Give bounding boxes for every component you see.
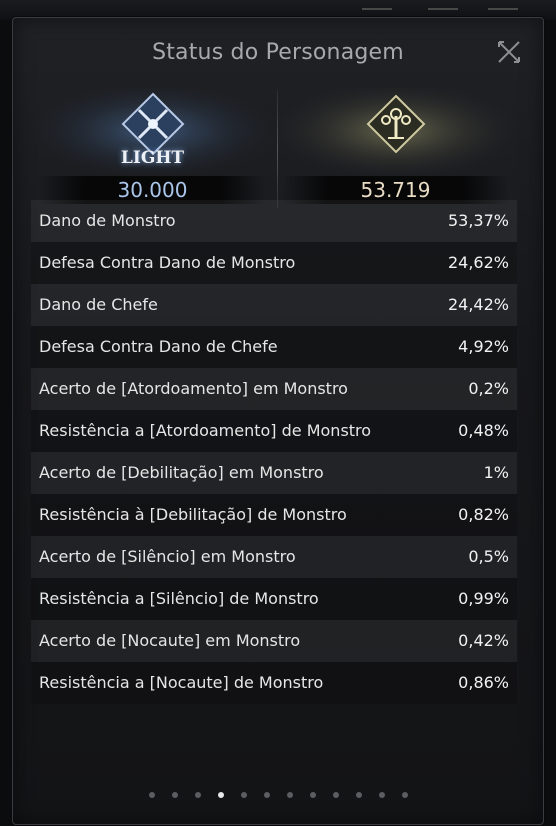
stat-label: Defesa Contra Dano de Chefe xyxy=(39,337,278,356)
stat-row: Resistência a [Atordoamento] de Monstro 0… xyxy=(31,410,517,452)
page-indicator xyxy=(13,792,543,802)
page-dot-active[interactable] xyxy=(217,792,224,798)
stat-value: 0,48% xyxy=(458,421,509,440)
page-dot[interactable] xyxy=(401,792,408,798)
page-dot[interactable] xyxy=(332,792,339,798)
light-emblem-icon xyxy=(31,88,274,183)
stat-value: 0,99% xyxy=(458,589,509,608)
stat-value: 0,86% xyxy=(458,673,509,692)
page-dot[interactable] xyxy=(240,792,247,798)
page-dot[interactable] xyxy=(309,792,316,798)
top-deco-left xyxy=(362,0,392,10)
stat-row: Resistência a [Nocaute] de Monstro 0,86% xyxy=(31,662,517,704)
light-emblem: LIGHT 30.000 xyxy=(31,88,274,208)
top-deco-middle xyxy=(428,0,458,10)
emblem-area: LIGHT 30.000 53.719 xyxy=(31,88,517,208)
stat-row: Dano de Chefe 24,42% xyxy=(31,284,517,326)
stat-value: 24,42% xyxy=(447,295,509,314)
page-dot[interactable] xyxy=(378,792,385,798)
stat-label: Acerto de [Nocaute] em Monstro xyxy=(39,631,301,650)
character-status-window: Status do Personagem LIGHT 30.000 53.719… xyxy=(12,17,544,825)
stat-row: Defesa Contra Dano de Chefe 4,92% xyxy=(31,326,517,368)
page-dot[interactable] xyxy=(148,792,155,798)
stat-value: 0,5% xyxy=(468,547,509,566)
page-dot[interactable] xyxy=(194,792,201,798)
stat-value: 0,42% xyxy=(458,631,509,650)
stat-value: 24,62% xyxy=(447,253,509,272)
stat-label: Defesa Contra Dano de Monstro xyxy=(39,253,296,272)
page-dot[interactable] xyxy=(355,792,362,798)
stat-value: 53,37% xyxy=(447,211,509,230)
stat-value: 0,82% xyxy=(458,505,509,524)
stat-value: 0,2% xyxy=(468,379,509,398)
stat-row: Acerto de [Silêncio] em Monstro 0,5% xyxy=(31,536,517,578)
stat-value: 1% xyxy=(483,463,509,482)
stat-value: 4,92% xyxy=(458,337,509,356)
stat-label: Acerto de [Atordoamento] em Monstro xyxy=(39,379,348,398)
stat-label: Dano de Chefe xyxy=(39,295,158,314)
stat-label: Resistência a [Atordoamento] de Monstro xyxy=(39,421,372,440)
stats-list: Dano de Monstro 53,37% Defesa Contra Dano… xyxy=(31,200,517,704)
top-deco-right xyxy=(488,0,518,10)
stat-row: Acerto de [Debilitação] em Monstro 1% xyxy=(31,452,517,494)
window-title: Status do Personagem xyxy=(152,40,404,65)
stat-label: Acerto de [Silêncio] em Monstro xyxy=(39,547,296,566)
stat-row: Acerto de [Nocaute] em Monstro 0,42% xyxy=(31,620,517,662)
stat-row: Resistência a [Silêncio] de Monstro 0,99% xyxy=(31,578,517,620)
stat-label: Dano de Monstro xyxy=(39,211,176,230)
tree-emblem: 53.719 xyxy=(274,88,517,208)
stat-row: Resistência à [Debilitação] de Monstro 0,… xyxy=(31,494,517,536)
stat-label: Resistência à [Debilitação] de Monstro xyxy=(39,505,347,524)
close-icon[interactable] xyxy=(495,38,523,66)
stat-label: Acerto de [Debilitação] em Monstro xyxy=(39,463,324,482)
page-dot[interactable] xyxy=(171,792,178,798)
stat-label: Resistência a [Nocaute] de Monstro xyxy=(39,673,324,692)
stat-row: Dano de Monstro 53,37% xyxy=(31,200,517,242)
stat-row: Acerto de [Atordoamento] em Monstro 0,2% xyxy=(31,368,517,410)
page-dot[interactable] xyxy=(286,792,293,798)
page-dot[interactable] xyxy=(263,792,270,798)
stat-row: Defesa Contra Dano de Monstro 24,62% xyxy=(31,242,517,284)
stat-label: Resistência a [Silêncio] de Monstro xyxy=(39,589,319,608)
light-badge-text: LIGHT xyxy=(120,148,185,168)
tree-emblem-icon xyxy=(274,88,517,183)
